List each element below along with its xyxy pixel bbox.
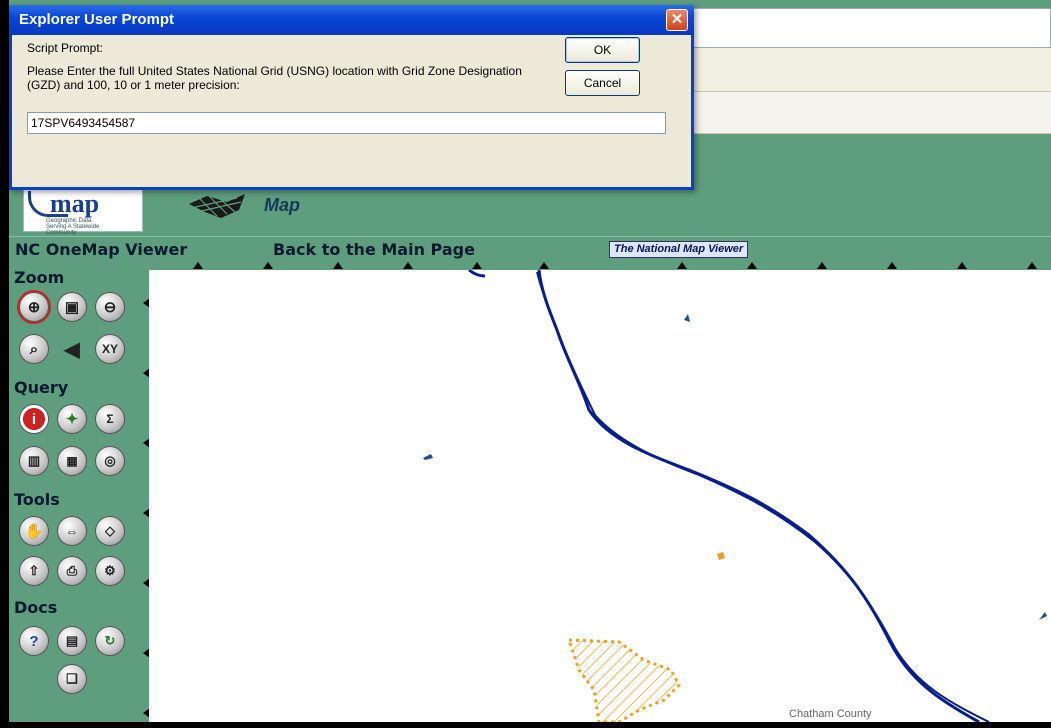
- script-prompt-label: Script Prompt:: [27, 41, 104, 55]
- print-icon[interactable]: ⎙: [57, 556, 87, 586]
- logo-subtext: Geographic Data Serving A Statewide Comm…: [46, 218, 100, 236]
- buffer-icon[interactable]: ◎: [95, 446, 125, 476]
- cancel-button[interactable]: Cancel: [565, 70, 640, 96]
- pan-north-tick[interactable]: [333, 262, 343, 269]
- xy-zoom-icon[interactable]: XY: [95, 334, 125, 364]
- map-top-pan-ticks: [149, 262, 1051, 270]
- query-builder-icon[interactable]: Σ: [95, 404, 125, 434]
- explorer-user-prompt-dialog: Explorer User Prompt ✕ Script Prompt: Pl…: [9, 5, 694, 190]
- docs-heading: Docs: [14, 598, 58, 617]
- logo-text: map: [50, 189, 100, 218]
- query-heading: Query: [14, 378, 69, 397]
- nc-onemap-viewer-link[interactable]: NC OneMap Viewer: [15, 240, 187, 259]
- pan-north-tick[interactable]: [193, 262, 203, 269]
- back-to-main-link[interactable]: Back to the Main Page: [273, 240, 475, 259]
- pan-north-tick[interactable]: [1027, 262, 1037, 269]
- pan-north-tick[interactable]: [747, 262, 757, 269]
- pan-north-tick[interactable]: [817, 262, 827, 269]
- help-icon[interactable]: ?: [19, 626, 49, 656]
- pan-north-tick[interactable]: [403, 262, 413, 269]
- identify-icon[interactable]: i: [19, 404, 49, 434]
- water-bodies: [423, 314, 1047, 620]
- zoom-in-icon[interactable]: ⊕: [19, 292, 49, 322]
- prompt-message: Please Enter the full United States Nati…: [27, 64, 522, 92]
- link-bar: NC OneMap Viewer Back to the Main Page T…: [9, 236, 1051, 262]
- pan-icon[interactable]: ✋: [19, 516, 49, 546]
- pan-north-tick[interactable]: [677, 262, 687, 269]
- map-layers: [423, 270, 1047, 722]
- find-icon[interactable]: ✦: [57, 404, 87, 434]
- zoom-out-icon[interactable]: ⊖: [95, 292, 125, 322]
- nc-onemap-logo: map Geographic Data Serving A Statewide …: [23, 186, 143, 236]
- upload-icon[interactable]: ⇧: [19, 556, 49, 586]
- hatched-parcel: [566, 552, 725, 722]
- county-label: Chatham County: [789, 708, 872, 720]
- full-extent-icon[interactable]: ⌕: [19, 334, 49, 364]
- tool-panel: Zoom ⊕ ▣ ⊖ ⌕ ◀ XY Query i ✦ Σ ▥ ▦ ◎ Tool…: [9, 262, 150, 722]
- national-map-logo-icon: [189, 194, 245, 218]
- pan-north-tick[interactable]: [263, 262, 273, 269]
- measure-icon[interactable]: ⇔: [57, 516, 87, 546]
- close-icon[interactable]: ✕: [666, 9, 688, 31]
- settings-icon[interactable]: ⚙: [95, 556, 125, 586]
- river-lines: [468, 270, 990, 722]
- refresh-icon[interactable]: ↻: [95, 626, 125, 656]
- legend-icon[interactable]: ▤: [57, 626, 87, 656]
- national-map-wordmark: Map: [264, 195, 300, 215]
- erase-icon[interactable]: ◇: [95, 516, 125, 546]
- documentation-icon[interactable]: ❑: [57, 664, 87, 694]
- national-map-viewer-button[interactable]: The National Map Viewer: [609, 241, 749, 258]
- zoom-box-icon[interactable]: ▣: [57, 292, 87, 322]
- zoom-heading: Zoom: [14, 268, 65, 287]
- xy-table-icon[interactable]: ▦: [57, 446, 87, 476]
- usng-input[interactable]: 17SPV6493454587: [27, 112, 666, 134]
- map-canvas[interactable]: Chatham County: [149, 270, 1051, 722]
- tools-heading: Tools: [14, 490, 60, 509]
- previous-extent-icon[interactable]: ◀: [57, 334, 87, 364]
- ok-button[interactable]: OK: [565, 37, 640, 63]
- pan-north-tick[interactable]: [887, 262, 897, 269]
- chart-icon[interactable]: ▥: [19, 446, 49, 476]
- dialog-title: Explorer User Prompt: [19, 11, 175, 28]
- browser-frame: map Geographic Data Serving A Statewide …: [9, 0, 1051, 722]
- pan-north-tick[interactable]: [957, 262, 967, 269]
- pan-north-tick[interactable]: [539, 262, 549, 269]
- pan-north-tick[interactable]: [472, 262, 482, 269]
- dialog-title-bar[interactable]: Explorer User Prompt ✕: [9, 5, 694, 35]
